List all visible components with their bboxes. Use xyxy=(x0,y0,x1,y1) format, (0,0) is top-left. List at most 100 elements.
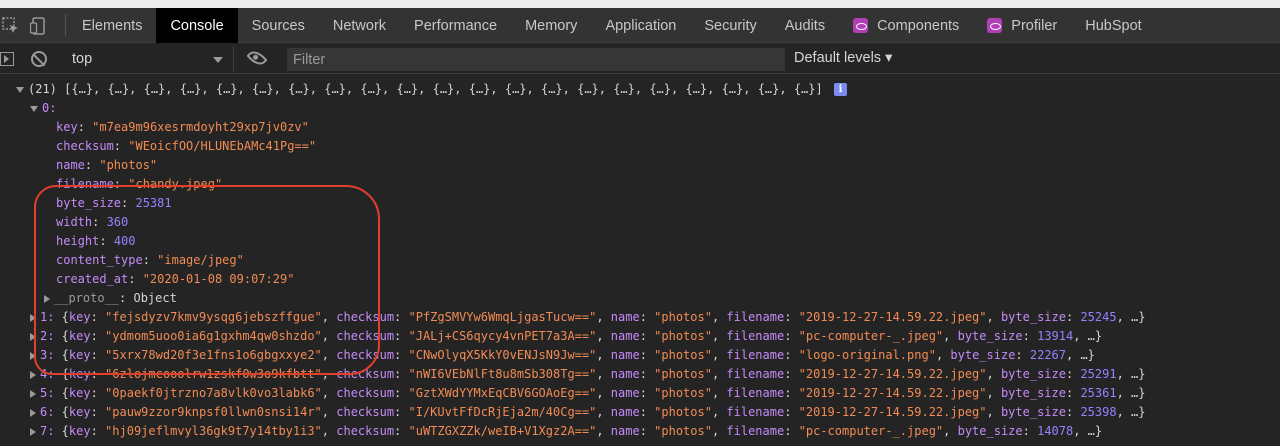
expand-triangle-icon[interactable] xyxy=(30,389,36,398)
react-components-icon xyxy=(853,18,869,33)
field-value: 25398 xyxy=(1080,405,1117,419)
expand-triangle-icon[interactable] xyxy=(16,86,24,93)
field-key: checksum xyxy=(336,367,395,381)
field-key: height xyxy=(56,234,100,248)
field-value: "PfZgSMVYw6WmqLjgasTucw==" xyxy=(408,310,597,324)
tab-label: Components xyxy=(877,17,960,34)
proto-value: Object xyxy=(133,291,177,305)
item-index: 0: xyxy=(42,101,57,115)
tab-label: Network xyxy=(332,17,387,34)
item-index: 1: xyxy=(40,310,55,324)
field-key: filename xyxy=(56,177,114,191)
sidebar-toggle-icon[interactable] xyxy=(0,52,14,66)
expand-triangle-icon[interactable] xyxy=(30,370,36,379)
context-selector[interactable]: top xyxy=(64,46,234,72)
array-item-row[interactable]: 6: {key: "pauw9zzor9knpsf0llwn0snsi14r",… xyxy=(30,403,1280,422)
expand-triangle-icon[interactable] xyxy=(44,294,50,303)
field-value: "JALj+CS6qycy4vnPET7a3A==" xyxy=(408,329,597,343)
devtools-tabbar: Elements Console Sources Network Perform… xyxy=(0,0,1280,43)
react-profiler-icon xyxy=(987,18,1003,33)
field-value: "photos" xyxy=(99,158,158,172)
field-key: name xyxy=(610,424,640,438)
field-value: "2019-12-27-14.59.22.jpeg" xyxy=(798,367,987,381)
object-field: name: "photos" xyxy=(56,158,158,172)
field-key: checksum xyxy=(336,405,395,419)
expand-triangle-icon[interactable] xyxy=(30,408,36,417)
array-item-row[interactable]: 2: {key: "ydmom5uoo0ia6g1gxhm4qw0shzdo",… xyxy=(30,327,1280,346)
field-value: "nWI6VEbNlFt8u8mSb308Tg==" xyxy=(408,367,597,381)
info-icon[interactable]: i xyxy=(833,83,847,96)
expand-triangle-icon[interactable] xyxy=(30,427,36,436)
field-key: filename xyxy=(726,386,785,400)
item-index: 6: xyxy=(40,405,55,419)
field-value: 25361 xyxy=(1080,386,1117,400)
tab-application[interactable]: Application xyxy=(591,8,690,43)
field-key: name xyxy=(610,405,640,419)
console-toolbar: top Default levels ▾ xyxy=(0,44,1280,74)
filter-input[interactable] xyxy=(287,48,785,71)
field-key: checksum xyxy=(336,348,395,362)
tab-audits[interactable]: Audits xyxy=(771,8,839,43)
expand-triangle-icon[interactable] xyxy=(30,105,38,112)
tab-components[interactable]: Components xyxy=(839,8,973,43)
field-key: key xyxy=(68,329,91,343)
log-levels-dropdown[interactable]: Default levels ▾ xyxy=(794,50,892,66)
array-item-row[interactable]: 4: {key: "6zlojmcooolrw1zskf0w3o9kfbtt",… xyxy=(30,365,1280,384)
field-value: "m7ea9m96xesrmdoyht29xp7jv0zv" xyxy=(92,120,309,134)
tab-hubspot[interactable]: HubSpot xyxy=(1071,8,1155,43)
field-value: 25381 xyxy=(135,196,172,210)
field-key: key xyxy=(68,424,91,438)
field-key: checksum xyxy=(336,386,395,400)
field-value: "ydmom5uoo0ia6g1gxhm4qw0shzdo" xyxy=(105,329,322,343)
device-icon[interactable] xyxy=(30,17,48,35)
inspect-icon[interactable] xyxy=(2,17,20,35)
eye-icon[interactable] xyxy=(246,47,268,69)
proto-line[interactable]: __proto__: Object xyxy=(44,289,1280,308)
array-item-row[interactable]: 5: {key: "0paekf0jtrzno7a8vlk0vo3labk6",… xyxy=(30,384,1280,403)
field-value: "0paekf0jtrzno7a8vlk0vo3labk6" xyxy=(105,386,322,400)
tab-performance[interactable]: Performance xyxy=(400,8,511,43)
tab-label: HubSpot xyxy=(1085,17,1142,34)
field-value: "image/jpeg" xyxy=(157,253,244,267)
devtools-tools xyxy=(0,8,64,43)
field-value: "logo-original.png" xyxy=(798,348,936,362)
field-key: byte_size xyxy=(56,196,122,210)
item-index: 4: xyxy=(40,367,55,381)
field-key: created_at xyxy=(56,272,129,286)
array-item-0[interactable]: 0: xyxy=(30,99,1280,118)
field-value: 25245 xyxy=(1080,310,1117,324)
tab-profiler[interactable]: Profiler xyxy=(973,8,1071,43)
tab-security[interactable]: Security xyxy=(690,8,770,43)
field-value: "2019-12-27-14.59.22.jpeg" xyxy=(798,386,987,400)
field-key: name xyxy=(610,367,640,381)
field-key: name xyxy=(610,348,640,362)
field-key: checksum xyxy=(56,139,114,153)
array-item-row[interactable]: 7: {key: "hj09jeflmvyl36gk9t7y14tby1i3",… xyxy=(30,422,1280,441)
field-value: "6zlojmcooolrw1zskf0w3o9kfbtt" xyxy=(105,367,322,381)
field-key: filename xyxy=(726,310,785,324)
tab-memory[interactable]: Memory xyxy=(511,8,591,43)
field-value: "WEoicfOO/HLUNEbAMc41Pg==" xyxy=(128,139,317,153)
array-item-row[interactable]: 1: {key: "fejsdyzv7kmv9ysqg6jebszffgue",… xyxy=(30,308,1280,327)
field-value: "photos" xyxy=(654,405,712,419)
expand-triangle-icon[interactable] xyxy=(30,332,36,341)
field-value: …} xyxy=(1087,424,1103,438)
field-value: 400 xyxy=(113,234,136,248)
object-field: created_at: "2020-01-08 09:07:29" xyxy=(56,272,295,286)
tab-elements[interactable]: Elements xyxy=(68,8,156,43)
expand-triangle-icon[interactable] xyxy=(30,313,36,322)
tab-console[interactable]: Console xyxy=(156,8,238,43)
tab-network[interactable]: Network xyxy=(319,8,400,43)
tab-label: Application xyxy=(605,17,677,34)
field-key: filename xyxy=(726,348,785,362)
tab-sources[interactable]: Sources xyxy=(238,8,319,43)
field-key: filename xyxy=(726,367,785,381)
clear-console-icon[interactable] xyxy=(31,51,47,67)
array-summary-line[interactable]: (21) [{…}, {…}, {…}, {…}, {…}, {…}, {…},… xyxy=(16,80,1280,99)
expand-triangle-icon[interactable] xyxy=(30,351,36,360)
field-value: "photos" xyxy=(654,424,712,438)
field-value: 14078 xyxy=(1037,424,1074,438)
array-item-row[interactable]: 3: {key: "5xrx78wd20f3e1fns1o6gbgxxye2",… xyxy=(30,346,1280,365)
field-value: "CNwOlyqX5KkY0vENJsN9Jw==" xyxy=(408,348,597,362)
tab-label: Performance xyxy=(414,17,498,34)
